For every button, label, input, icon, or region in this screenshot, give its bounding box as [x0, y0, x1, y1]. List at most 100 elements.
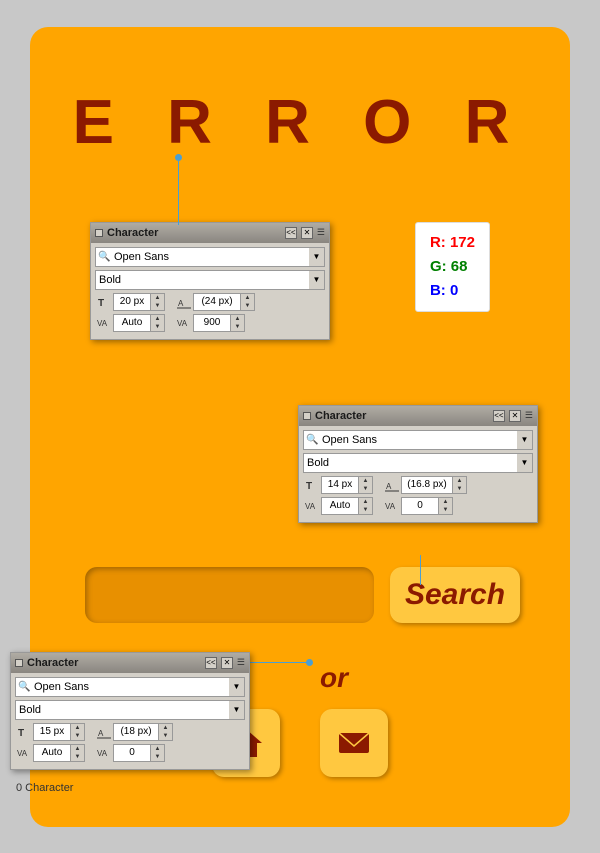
panel-3-font-input[interactable]: [15, 677, 245, 697]
panel-3-collapse-icon[interactable]: [15, 659, 23, 667]
panel-1-leading-input[interactable]: [194, 294, 240, 310]
panel-3-size-input[interactable]: [34, 724, 70, 740]
panel-1-font-dropdown[interactable]: ▼: [309, 247, 325, 267]
panel-3-kerning-field: ▲ ▼: [113, 744, 165, 762]
panel-2-tracking-row: VA ▲ ▼ VA: [303, 497, 533, 515]
panel-1-kerning-field: ▲ ▼: [193, 314, 245, 332]
panel-2-kerning-down[interactable]: ▼: [439, 506, 452, 514]
panel-3-tracking-field: ▲ ▼: [33, 744, 85, 762]
panel-3-title-text: Character: [27, 657, 78, 669]
svg-text:VA: VA: [177, 319, 188, 328]
panel-1-menu-icon[interactable]: ☰: [317, 227, 325, 238]
panel-3-style-row: Bold ▼: [15, 700, 245, 720]
character-panel-2: Character << ✕ ☰ 🔍 ▼ Bold ▼: [298, 405, 538, 523]
panel-3-tracking-input[interactable]: [34, 745, 70, 761]
search-button[interactable]: Search: [390, 567, 520, 623]
panel-2-kerning-input[interactable]: [402, 498, 438, 514]
panel-1-tracking-row: VA ▲ ▼ VA: [95, 314, 325, 332]
panel-1-tracking-up[interactable]: ▲: [151, 315, 164, 323]
panel-2-font-dropdown[interactable]: ▼: [517, 430, 533, 450]
panel-3-size-down[interactable]: ▼: [71, 732, 84, 740]
panel-3-font-dropdown[interactable]: ▼: [229, 677, 245, 697]
panel-1-leading-down[interactable]: ▼: [241, 302, 254, 310]
panel-1-size-up[interactable]: ▲: [151, 294, 164, 302]
panel-3-leading-down[interactable]: ▼: [159, 732, 172, 740]
panel-1-style-dropdown[interactable]: ▼: [309, 270, 325, 290]
panel-3-fontsize-icon: T: [15, 723, 33, 741]
panel-1-font-input[interactable]: [95, 247, 325, 267]
panel-3-kerning-down[interactable]: ▼: [151, 753, 164, 761]
panel-1-tracking-input[interactable]: [114, 315, 150, 331]
panel-1-kerning-up[interactable]: ▲: [231, 315, 244, 323]
panel-2-tracking-down[interactable]: ▼: [359, 506, 372, 514]
panel-2-btn-left[interactable]: <<: [493, 410, 505, 422]
panel-2-style-dropdown[interactable]: ▼: [517, 453, 533, 473]
panel-2-leading-input[interactable]: [402, 477, 452, 493]
panel-3-size-up[interactable]: ▲: [71, 724, 84, 732]
connector-line-1: [178, 157, 179, 225]
panel-2-tracking-up[interactable]: ▲: [359, 498, 372, 506]
panel-1-kerning-input[interactable]: [194, 315, 230, 331]
panel-2-tracking-icon: VA: [303, 497, 321, 515]
panel-2-btn-close[interactable]: ✕: [509, 410, 521, 422]
panel-2-collapse-icon[interactable]: [303, 412, 311, 420]
panel-1-size-input[interactable]: [114, 294, 150, 310]
panel-2-font-input[interactable]: [303, 430, 533, 450]
panel-1-kerning-down[interactable]: ▼: [231, 323, 244, 331]
panel-1-title-text: Character: [107, 227, 158, 239]
panel-3-style-dropdown[interactable]: ▼: [229, 700, 245, 720]
panel-2-style-value: Bold: [307, 457, 329, 469]
panel-1-tracking-field: ▲ ▼: [113, 314, 165, 332]
panel-3-size-field: ▲ ▼: [33, 723, 85, 741]
panel-3-leading-input[interactable]: [114, 724, 158, 740]
panel-3-menu-icon[interactable]: ☰: [237, 657, 245, 668]
panel-3-kerning-input[interactable]: [114, 745, 150, 761]
panel-1-style-select[interactable]: Bold: [95, 270, 325, 290]
panel-1-leading-arrows: ▲ ▼: [240, 294, 254, 310]
panel-2-style-select[interactable]: Bold: [303, 453, 533, 473]
panel-2-kerning-field: ▲ ▼: [401, 497, 453, 515]
svg-text:VA: VA: [305, 502, 316, 511]
panel-2-kerning-spinbox: VA ▲ ▼: [383, 497, 453, 515]
panel-1-leading-up[interactable]: ▲: [241, 294, 254, 302]
color-info-box: R: 172 G: 68 B: 0: [415, 222, 490, 312]
svg-text:VA: VA: [97, 749, 108, 758]
panel-1-btn-close[interactable]: ✕: [301, 227, 313, 239]
panel-3-tracking-up[interactable]: ▲: [71, 745, 84, 753]
panel-3-leading-arrows: ▲ ▼: [158, 724, 172, 740]
panel-1-size-down[interactable]: ▼: [151, 302, 164, 310]
mail-button[interactable]: [320, 709, 388, 777]
panel-3-body: 🔍 ▼ Bold ▼ T ▲: [11, 673, 249, 769]
search-input-box[interactable]: [85, 567, 374, 623]
panel-1-tracking-arrows: ▲ ▼: [150, 315, 164, 331]
panel-1-search-icon: 🔍: [98, 251, 110, 262]
panel-2-title-left: Character: [303, 410, 366, 422]
panel-2-menu-icon[interactable]: ☰: [525, 410, 533, 421]
panel-1-collapse-icon[interactable]: [95, 229, 103, 237]
panel-3-btn-left[interactable]: <<: [205, 657, 217, 669]
panel-3-kerning-icon: VA: [95, 744, 113, 762]
panel-3-leading-up[interactable]: ▲: [159, 724, 172, 732]
panel-2-size-down[interactable]: ▼: [359, 485, 372, 493]
panel-2-tracking-input[interactable]: [322, 498, 358, 514]
panel-1-size-spinbox: T ▲ ▼: [95, 293, 165, 311]
connector-line-2: [420, 555, 421, 585]
panel-3-kerning-up[interactable]: ▲: [151, 745, 164, 753]
panel-3-size-arrows: ▲ ▼: [70, 724, 84, 740]
or-text: or: [320, 662, 348, 694]
panel-3-tracking-icon: VA: [15, 744, 33, 762]
panel-2-kerning-up[interactable]: ▲: [439, 498, 452, 506]
panel-2-kerning-icon: VA: [383, 497, 401, 515]
panel-2-leading-down[interactable]: ▼: [453, 485, 466, 493]
character-panel-1: Character << ✕ ☰ 🔍 ▼ Bold ▼: [90, 222, 330, 340]
panel-3-style-value: Bold: [19, 704, 41, 716]
panel-1-tracking-down[interactable]: ▼: [151, 323, 164, 331]
panel-3-tracking-down[interactable]: ▼: [71, 753, 84, 761]
panel-1-btn-left[interactable]: <<: [285, 227, 297, 239]
panel-3-btn-close[interactable]: ✕: [221, 657, 233, 669]
panel-2-size-input[interactable]: [322, 477, 358, 493]
panel-2-leading-up[interactable]: ▲: [453, 477, 466, 485]
tracking-icon: VA: [95, 314, 113, 332]
panel-2-size-up[interactable]: ▲: [359, 477, 372, 485]
panel-3-style-select[interactable]: Bold: [15, 700, 245, 720]
